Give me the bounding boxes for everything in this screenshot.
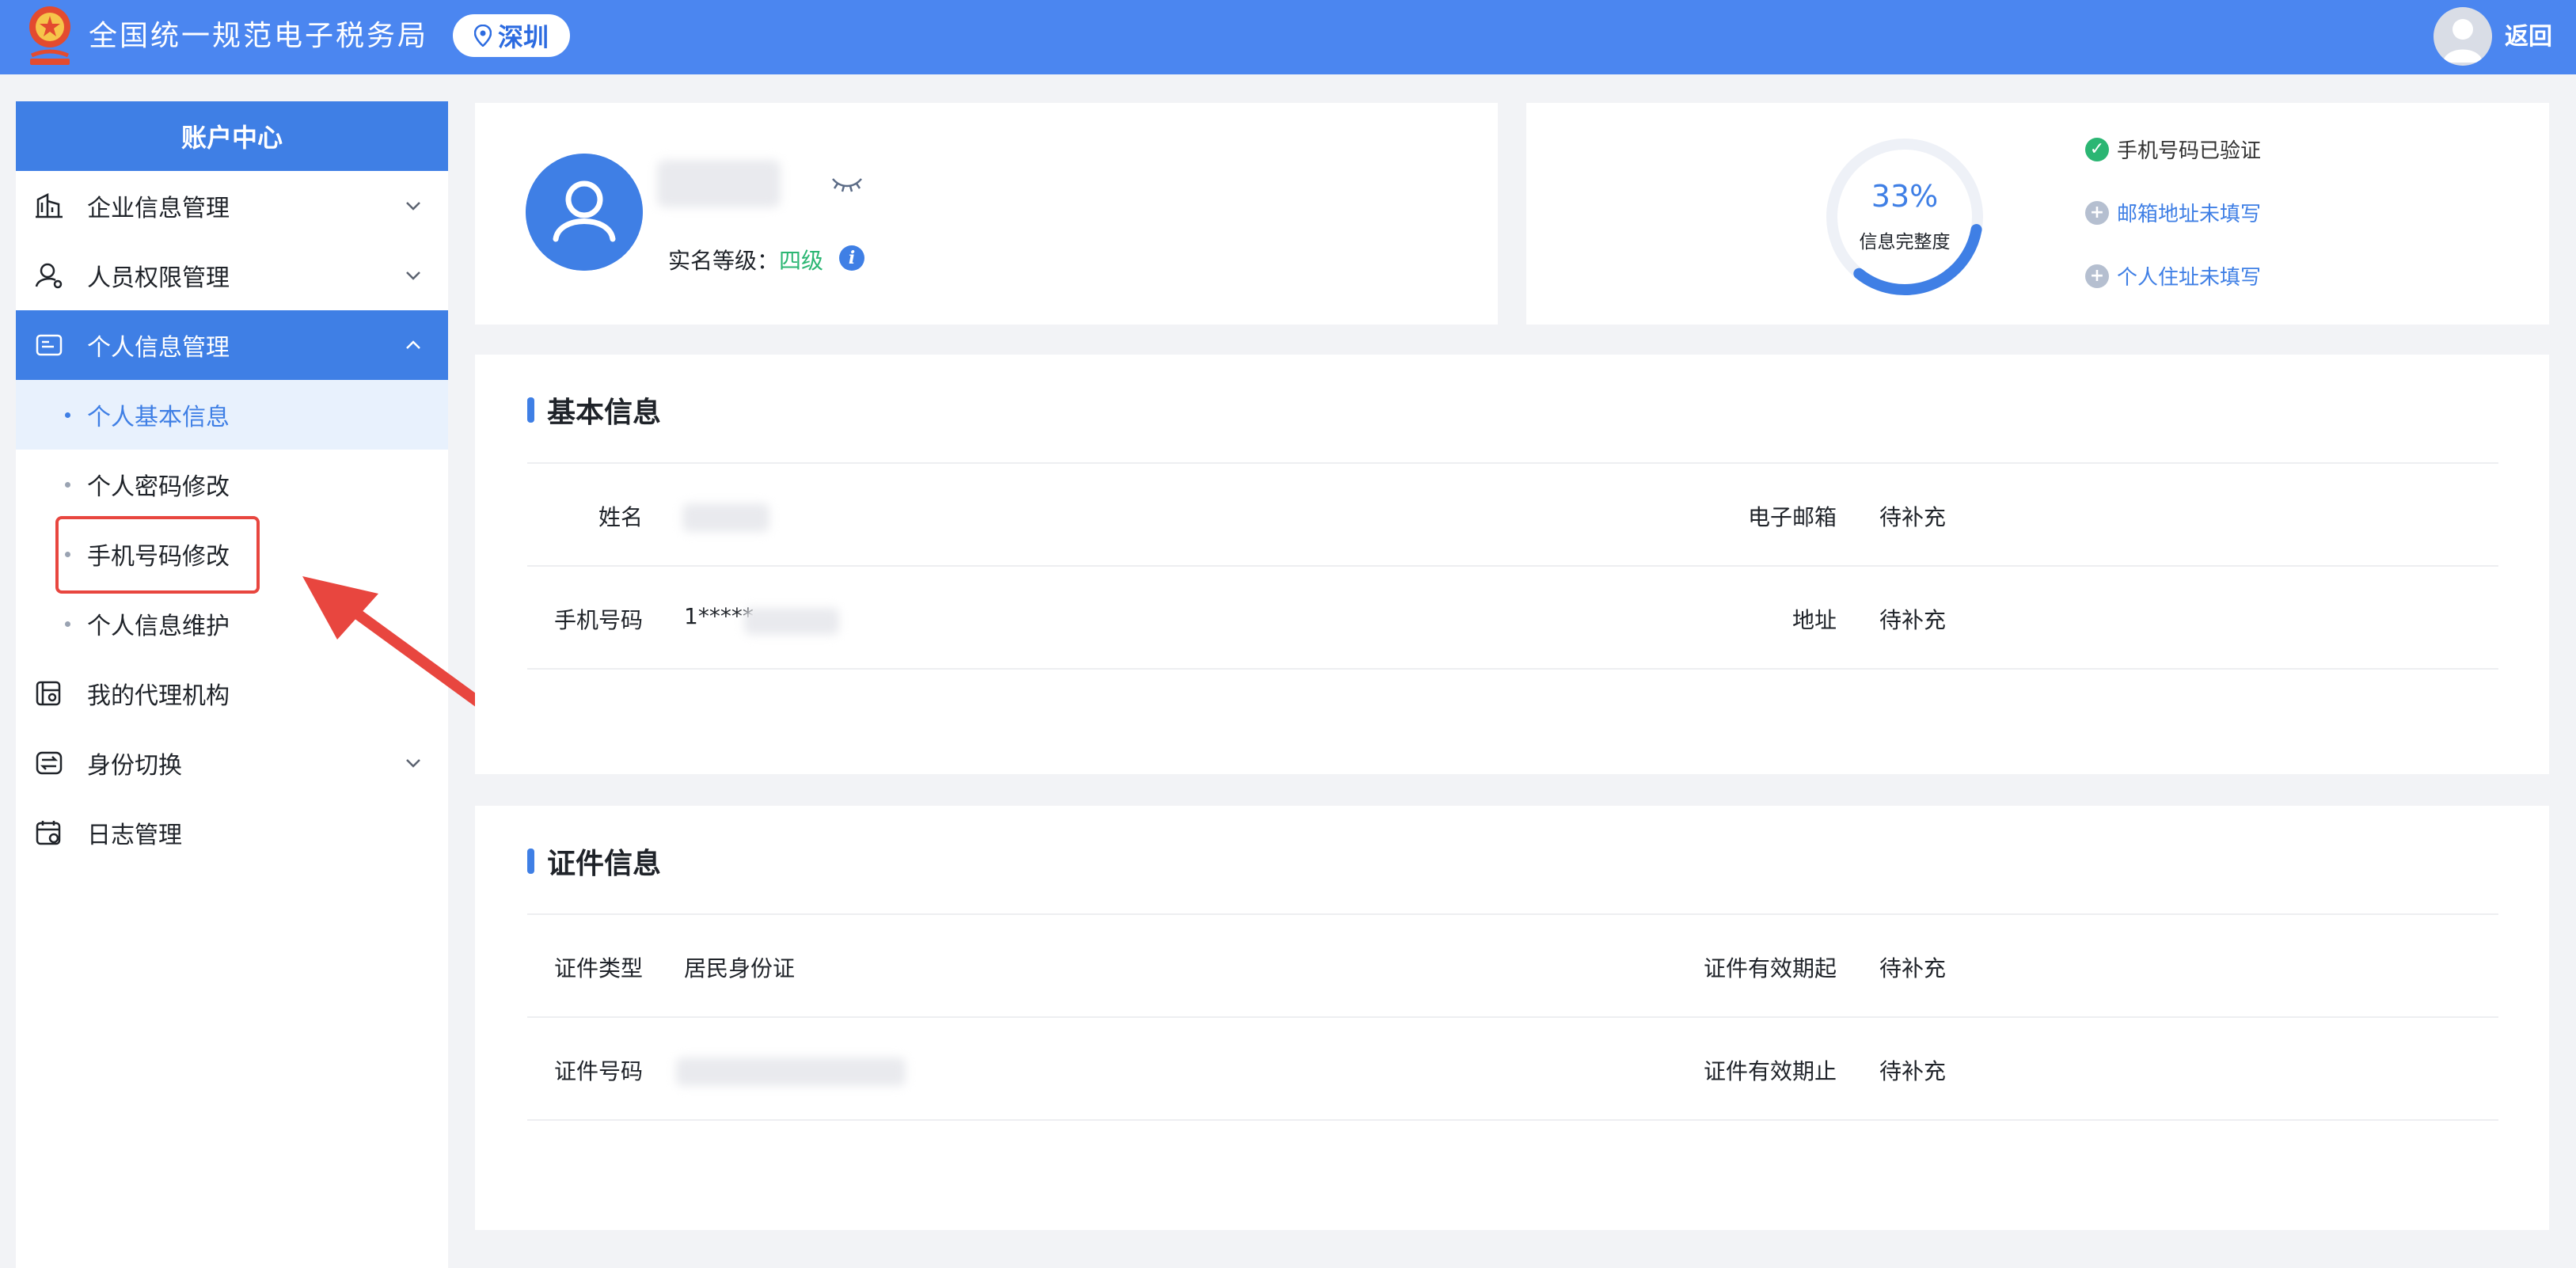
id-card-icon (36, 334, 63, 356)
valid-to-value: 待补充 (1879, 1058, 1947, 1084)
tax-emblem-logo (29, 6, 70, 65)
eye-closed-icon[interactable] (830, 173, 864, 196)
back-link[interactable]: 返回 (2505, 20, 2552, 55)
id-type-label: 证件类型 (553, 955, 643, 981)
building-icon (36, 192, 63, 218)
sidebar-subitem-label: 个人信息维护 (87, 613, 230, 640)
sidebar-item-label: 人员权限管理 (87, 264, 230, 292)
chevron-down-icon (406, 759, 420, 768)
completeness-ring-progress (1826, 139, 1983, 295)
sidebar-item-log-management[interactable]: 日志管理 (16, 798, 448, 867)
user-icon (2443, 19, 2483, 63)
sidebar-item-label: 企业信息管理 (87, 195, 230, 222)
sidebar-item-personal-info[interactable]: 个人信息管理 (16, 310, 448, 380)
status-address-missing[interactable]: + 个人住址未填写 (2085, 261, 2261, 290)
section-title-bar (527, 848, 534, 874)
profile-avatar (526, 154, 643, 271)
completeness-ring (1826, 139, 1983, 295)
sidebar-item-label: 个人信息管理 (87, 334, 230, 362)
real-name-level-value: 四级 (779, 248, 824, 274)
masked-phone-value (744, 608, 839, 635)
highlight-box (55, 516, 260, 594)
divider (527, 565, 2498, 567)
bullet-dot (65, 412, 70, 418)
address-value: 待补充 (1879, 607, 1947, 633)
chevron-down-icon (406, 202, 420, 211)
address-label: 地址 (1791, 607, 1837, 633)
sidebar-subitem-label: 个人基本信息 (87, 404, 230, 431)
sidebar-item-staff-permissions[interactable]: 人员权限管理 (16, 241, 448, 310)
profile-card: 实名等级：四级 i (475, 103, 1498, 325)
status-text: 手机号码已验证 (2117, 139, 2262, 163)
divider (527, 668, 2498, 670)
plus-circle-icon: + (2085, 200, 2109, 225)
log-icon (36, 821, 61, 845)
divider (527, 1016, 2498, 1018)
plus-circle-icon: + (2085, 264, 2109, 288)
sidebar-subitem-basic-info[interactable]: 个人基本信息 (16, 380, 448, 450)
status-text: 邮箱地址未填写 (2117, 203, 2262, 226)
city-label: 深圳 (497, 22, 549, 52)
chevron-down-icon (406, 271, 420, 280)
section-title-bar (527, 397, 534, 423)
id-info-card: 证件信息 证件类型 居民身份证 证件有效期起 待补充 证件号码 证件有效期止 待… (475, 806, 2549, 1230)
id-type-value: 居民身份证 (684, 955, 796, 981)
valid-to-label: 证件有效期止 (1703, 1058, 1837, 1084)
basic-info-card: 基本信息 姓名 电子邮箱 待补充 手机号码 1***** 地址 待补充 (475, 355, 2549, 774)
sidebar-subitem-label: 个人密码修改 (87, 473, 230, 501)
agency-icon (36, 681, 61, 706)
location-pin-icon (473, 25, 492, 47)
sidebar-item-label: 我的代理机构 (87, 682, 230, 710)
id-info-title: 证件信息 (547, 848, 662, 880)
bullet-dot (65, 621, 70, 627)
city-selector[interactable]: 深圳 (453, 14, 570, 57)
divider (527, 1119, 2498, 1121)
sidebar-title: 账户中心 (16, 101, 448, 171)
status-phone-verified: ✓ 手机号码已验证 (2085, 135, 2261, 164)
status-email-missing[interactable]: + 邮箱地址未填写 (2085, 198, 2261, 227)
id-number-label: 证件号码 (553, 1058, 643, 1084)
info-icon[interactable]: i (839, 245, 864, 271)
sidebar-item-label: 日志管理 (87, 822, 182, 849)
switch-icon (36, 751, 63, 775)
masked-name (657, 160, 781, 207)
masked-id-number (676, 1057, 906, 1086)
section-title: 证件信息 (527, 841, 661, 882)
top-header: 全国统一规范电子税务局 深圳 返回 (0, 0, 2576, 74)
email-label: 电子邮箱 (1747, 504, 1837, 530)
bullet-dot (65, 482, 70, 488)
sidebar-item-enterprise-info[interactable]: 企业信息管理 (16, 171, 448, 241)
valid-from-value: 待补充 (1879, 955, 1947, 981)
phone-label: 手机号码 (553, 607, 643, 633)
email-value: 待补充 (1879, 504, 1947, 530)
section-title: 基本信息 (527, 389, 661, 431)
check-circle-icon: ✓ (2085, 137, 2109, 161)
user-key-icon (35, 263, 63, 289)
completeness-card: 33% 信息完整度 ✓ 手机号码已验证 + 邮箱地址未填写 + 个人住址未填写 (1526, 103, 2549, 325)
phone-value: 1***** (684, 603, 754, 629)
sidebar-item-label: 身份切换 (87, 752, 182, 780)
sidebar-subitem-password-change[interactable]: 个人密码修改 (16, 450, 448, 519)
divider (527, 913, 2498, 915)
divider (527, 462, 2498, 464)
real-name-level-label: 实名等级： (668, 248, 780, 274)
chevron-up-icon (406, 340, 420, 349)
masked-name-value (682, 503, 769, 532)
completeness-percent: 33% (1871, 179, 1939, 214)
name-label: 姓名 (598, 504, 643, 530)
real-name-level: 实名等级：四级 (668, 244, 823, 275)
basic-info-title: 基本信息 (547, 397, 662, 429)
valid-from-label: 证件有效期起 (1703, 955, 1837, 981)
completeness-caption: 信息完整度 (1859, 232, 1951, 252)
user-avatar[interactable] (2434, 7, 2492, 66)
app-title: 全国统一规范电子税务局 (89, 20, 429, 52)
status-text: 个人住址未填写 (2117, 266, 2262, 290)
